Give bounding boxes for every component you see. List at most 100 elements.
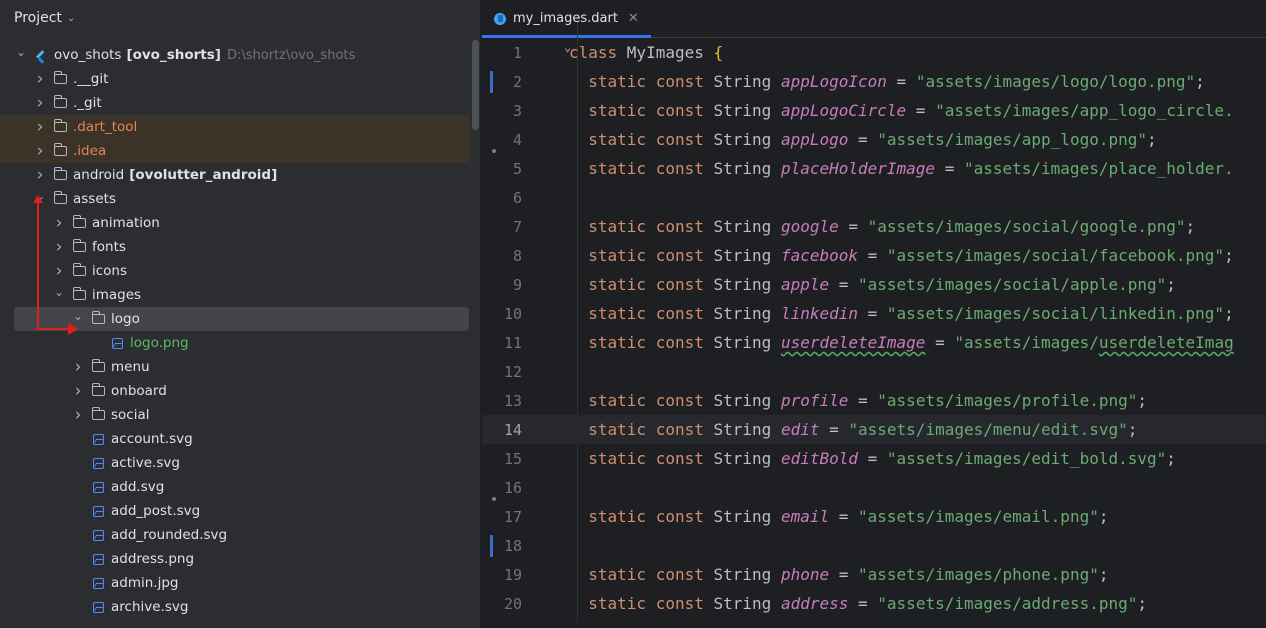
code-line[interactable]: 2 static const String appLogoIcon = "ass… bbox=[482, 67, 1266, 96]
project-header[interactable]: Project ⌄ bbox=[0, 0, 480, 36]
code-line[interactable]: 11 static const String userdeleteImage =… bbox=[482, 328, 1266, 357]
code-line[interactable]: 20 static const String address = "assets… bbox=[482, 589, 1266, 618]
code-line[interactable]: 18 bbox=[482, 531, 1266, 560]
tree-item[interactable]: › .idea bbox=[0, 139, 470, 163]
scrollbar-thumb[interactable] bbox=[472, 40, 479, 130]
gutter bbox=[532, 560, 569, 589]
code-line[interactable]: 17 static const String email = "assets/i… bbox=[482, 502, 1266, 531]
tree-item[interactable]: › onboard bbox=[0, 379, 470, 403]
close-icon[interactable]: ✕ bbox=[628, 11, 639, 26]
code-area[interactable]: 1 ⌄ class MyImages {2 static const String … bbox=[482, 38, 1266, 618]
tree-item[interactable]: › android [ovolutter_android] bbox=[0, 163, 470, 187]
tree-item[interactable]: › animation bbox=[0, 211, 470, 235]
keyword-const: const bbox=[655, 246, 714, 265]
fold-chevron-icon[interactable]: ⌄ bbox=[564, 40, 571, 54]
tree-item[interactable]: › icons bbox=[0, 259, 470, 283]
code-line[interactable]: 3 static const String appLogoCircle = "a… bbox=[482, 96, 1266, 125]
code-line[interactable]: 13 static const String profile = "assets… bbox=[482, 386, 1266, 415]
chevron-right-icon[interactable]: › bbox=[67, 381, 89, 401]
folder-icon bbox=[89, 383, 107, 396]
tree-item-label: account.svg bbox=[111, 431, 193, 447]
code-line[interactable]: 10 static const String linkedin = "asset… bbox=[482, 299, 1266, 328]
tree-item[interactable]: add.svg bbox=[0, 475, 470, 499]
field-name: editBold bbox=[780, 449, 858, 468]
string-literal: "assets/images/social/linkedin.png"; bbox=[886, 304, 1234, 323]
chevron-right-icon[interactable]: › bbox=[48, 237, 70, 257]
code-line[interactable]: 5 static const String placeHolderImage =… bbox=[482, 154, 1266, 183]
tree-item[interactable]: › ._git bbox=[0, 91, 470, 115]
tree-item[interactable]: › social bbox=[0, 403, 470, 427]
gutter bbox=[532, 96, 569, 125]
chevron-right-icon[interactable]: › bbox=[29, 165, 51, 185]
chevron-down-icon[interactable]: ⌄ bbox=[67, 13, 75, 24]
code-line[interactable]: 12 bbox=[482, 357, 1266, 386]
field-name: google bbox=[780, 217, 839, 236]
annotation-arrow-line bbox=[37, 200, 39, 330]
tree-item[interactable]: admin.jpg bbox=[0, 571, 470, 595]
tree-item[interactable]: add_rounded.svg bbox=[0, 523, 470, 547]
chevron-right-icon[interactable]: › bbox=[48, 213, 70, 233]
tree-item[interactable]: › .dart_tool bbox=[0, 115, 470, 139]
keyword-static: static bbox=[588, 159, 656, 178]
tree-item[interactable]: ⌄ images bbox=[0, 283, 470, 307]
chevron-right-icon[interactable]: › bbox=[67, 405, 89, 425]
chevron-right-icon[interactable]: › bbox=[29, 93, 51, 113]
tree-item[interactable]: › .__git bbox=[0, 67, 470, 91]
chevron-right-icon[interactable]: › bbox=[29, 69, 51, 89]
tree-item[interactable]: add_post.svg bbox=[0, 499, 470, 523]
tree-item[interactable]: archive.svg bbox=[0, 595, 470, 619]
folder-icon bbox=[70, 263, 88, 276]
code-line[interactable]: 7 static const String google = "assets/i… bbox=[482, 212, 1266, 241]
folder-icon bbox=[51, 167, 69, 180]
code-line[interactable]: 9 static const String apple = "assets/im… bbox=[482, 270, 1266, 299]
code-line[interactable]: 6 bbox=[482, 183, 1266, 212]
tree-item[interactable]: ⌄ assets bbox=[0, 187, 470, 211]
tab-my-images-dart[interactable]: my_images.dart ✕ bbox=[482, 0, 651, 38]
code-line[interactable]: 15 static const String editBold = "asset… bbox=[482, 444, 1266, 473]
chevron-right-icon[interactable]: › bbox=[29, 117, 51, 137]
field-name: facebook bbox=[780, 246, 858, 265]
folder-icon bbox=[89, 359, 107, 372]
tree-item-label: menu bbox=[111, 359, 150, 375]
tree-item[interactable]: ⌄ logo bbox=[14, 307, 469, 331]
gutter bbox=[532, 183, 569, 212]
folder-icon bbox=[89, 311, 107, 324]
code-line[interactable]: 19 static const String phone = "assets/i… bbox=[482, 560, 1266, 589]
chevron-right-icon[interactable]: › bbox=[29, 141, 51, 161]
tree-item-label: .dart_tool bbox=[73, 119, 138, 135]
tree-item-label: android bbox=[73, 167, 125, 183]
tree-item[interactable]: ⌄ ovo_shots [ovo_shorts] D:\shortz\ovo_shot… bbox=[0, 43, 470, 67]
tree-item[interactable]: › fonts bbox=[0, 235, 470, 259]
code-line[interactable]: 14 static const String edit = "assets/im… bbox=[482, 415, 1266, 444]
string-literal: "assets/images/logo/logo.png"; bbox=[915, 72, 1205, 91]
tree-item[interactable]: account.svg bbox=[0, 427, 470, 451]
code-line[interactable]: 16 bbox=[482, 473, 1266, 502]
dart-file-icon bbox=[494, 12, 506, 25]
assign-operator: = bbox=[935, 159, 964, 178]
string-literal: "assets/images/email.png"; bbox=[858, 507, 1109, 526]
code-line[interactable]: 1 ⌄ class MyImages { bbox=[482, 38, 1266, 67]
tree-item[interactable]: active.svg bbox=[0, 451, 470, 475]
chevron-right-icon[interactable]: › bbox=[48, 261, 70, 281]
chevron-down-icon[interactable]: ⌄ bbox=[48, 285, 70, 299]
folder-icon bbox=[51, 143, 69, 156]
code-line[interactable]: 8 static const String facebook = "assets… bbox=[482, 241, 1266, 270]
gutter bbox=[532, 299, 569, 328]
tree-item-label: animation bbox=[92, 215, 160, 231]
tree-item[interactable]: › menu bbox=[0, 355, 470, 379]
string-literal: "assets/images/phone.png"; bbox=[858, 565, 1109, 584]
keyword-const: const bbox=[655, 565, 714, 584]
chevron-right-icon[interactable]: › bbox=[67, 357, 89, 377]
chevron-down-icon[interactable]: ⌄ bbox=[67, 309, 89, 323]
field-name: placeHolderImage bbox=[780, 159, 936, 178]
code-editor[interactable]: my_images.dart ✕ 1 ⌄ class MyImages {2 sta… bbox=[482, 0, 1266, 628]
string-literal: "assets/images/userdeleteImag bbox=[954, 333, 1234, 352]
type-name: String bbox=[713, 507, 781, 526]
image-file-icon bbox=[89, 505, 107, 517]
chevron-down-icon[interactable]: ⌄ bbox=[10, 45, 32, 59]
type-name: String bbox=[713, 159, 781, 178]
tree-item[interactable]: address.png bbox=[0, 547, 470, 571]
assign-operator: = bbox=[906, 101, 936, 120]
tree-item-label: add_post.svg bbox=[111, 503, 201, 519]
code-line[interactable]: 4 static const String appLogo = "assets/… bbox=[482, 125, 1266, 154]
